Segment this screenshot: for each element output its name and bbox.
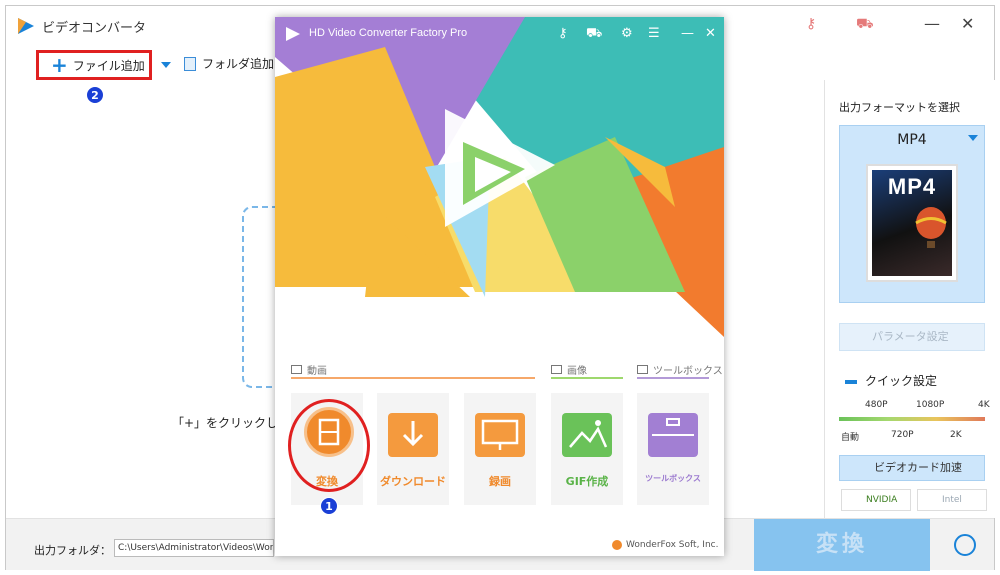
output-format-title: 出力フォーマットを選択 [839, 101, 960, 114]
convert-button[interactable]: 変換 [754, 519, 930, 571]
mp4-image-label: MP4 [887, 174, 937, 199]
plus-icon: + [51, 53, 68, 77]
close-button[interactable]: ✕ [705, 26, 716, 41]
step-2-badge: 2 [86, 86, 104, 104]
footer-text: WonderFox Soft, Inc. [626, 540, 719, 550]
launcher-banner-art [275, 17, 724, 347]
tile-toolbox[interactable]: ツールボックス [637, 393, 709, 505]
tile-record[interactable]: 録画 [464, 393, 536, 505]
add-folder-label: フォルダ追加 [202, 57, 275, 71]
category-image: 画像 [551, 362, 587, 377]
cart-icon[interactable]: ⛟ [586, 26, 602, 43]
tile-toolbox-label: ツールボックス [645, 474, 701, 483]
quality-480p[interactable]: 480P [865, 400, 888, 410]
quality-slider[interactable] [839, 417, 985, 421]
tile-download[interactable]: ダウンロード [377, 393, 449, 505]
gpu-acceleration-button[interactable]: ビデオカード加速 [839, 455, 985, 481]
quality-auto[interactable]: 自動 [841, 430, 859, 443]
alarm-clock-icon[interactable] [954, 534, 976, 556]
tile-gif-label: GIF作成 [565, 475, 609, 488]
output-folder-input[interactable]: C:\Users\Administrator\Videos\Wonde [114, 539, 274, 557]
launcher-popup: HD Video Converter Factory Pro ⚷ ⛟ ⚙ ☰ —… [275, 17, 724, 556]
app-logo-icon [18, 18, 34, 34]
add-file-label: ファイル追加 [72, 58, 145, 73]
minimize-button[interactable]: — [924, 14, 940, 33]
drop-hint: 「+」をクリックし [172, 416, 279, 430]
balloon-icon [915, 207, 947, 248]
gif-image-icon [562, 413, 612, 457]
tile-download-label: ダウンロード [380, 475, 446, 488]
quality-2k[interactable]: 2K [950, 430, 962, 440]
quality-1080p[interactable]: 1080P [916, 400, 944, 410]
nvidia-button[interactable]: NVIDIA [841, 489, 911, 511]
quality-4k[interactable]: 4K [978, 400, 990, 410]
output-folder-label: 出力フォルダ： [34, 544, 111, 557]
chevron-down-icon [968, 135, 978, 141]
gear-icon[interactable]: ⚙ [621, 26, 633, 41]
image-category-icon [551, 365, 562, 374]
add-folder-button[interactable]: フォルダ追加 [184, 55, 274, 72]
close-button[interactable]: ✕ [961, 14, 974, 33]
download-icon [388, 413, 438, 457]
key-icon[interactable]: ⚷ [558, 26, 568, 41]
category-video: 動画 [291, 362, 327, 377]
tile-gif-maker[interactable]: GIF作成 [551, 393, 623, 505]
category-toolbox: ツールボックス [637, 362, 723, 377]
launcher-title: HD Video Converter Factory Pro [309, 27, 468, 39]
minimize-button[interactable]: — [681, 26, 694, 41]
parameter-settings-button[interactable]: パラメータ設定 [839, 323, 985, 351]
toolbox-icon [648, 413, 698, 457]
convert-highlight-ring [288, 399, 370, 492]
launcher-logo-icon [286, 27, 300, 41]
record-screen-icon [475, 413, 525, 457]
toolbox-divider [637, 377, 709, 379]
image-divider [551, 377, 623, 379]
quality-720p[interactable]: 720P [891, 430, 914, 440]
format-selector[interactable]: MP4 MP4 [839, 125, 985, 303]
intel-button[interactable]: Intel [917, 489, 987, 511]
mp4-format-image: MP4 [866, 164, 958, 282]
format-name: MP4 [897, 132, 927, 148]
cart-icon[interactable]: ⛟ [856, 16, 874, 34]
wonderfox-logo-icon [612, 540, 622, 550]
toolbox-category-icon [637, 365, 648, 374]
add-file-button[interactable]: + ファイル追加 [36, 50, 152, 80]
add-file-dropdown-icon[interactable] [161, 62, 171, 68]
app-title: ビデオコンバータ [42, 21, 147, 36]
quick-settings-label: クイック設定 [845, 372, 937, 389]
launcher-footer: WonderFox Soft, Inc. [612, 540, 718, 550]
step-1-badge: 1 [320, 497, 338, 515]
tile-record-label: 録画 [489, 475, 511, 488]
folder-icon [184, 56, 196, 71]
video-category-icon [291, 365, 302, 374]
menu-list-icon[interactable]: ☰ [648, 26, 660, 41]
output-format-panel: 出力フォーマットを選択 MP4 MP4 パラメータ設定 クイック設定 480P … [824, 80, 996, 518]
key-icon[interactable]: ⚷ [806, 16, 816, 32]
video-divider [291, 377, 535, 379]
